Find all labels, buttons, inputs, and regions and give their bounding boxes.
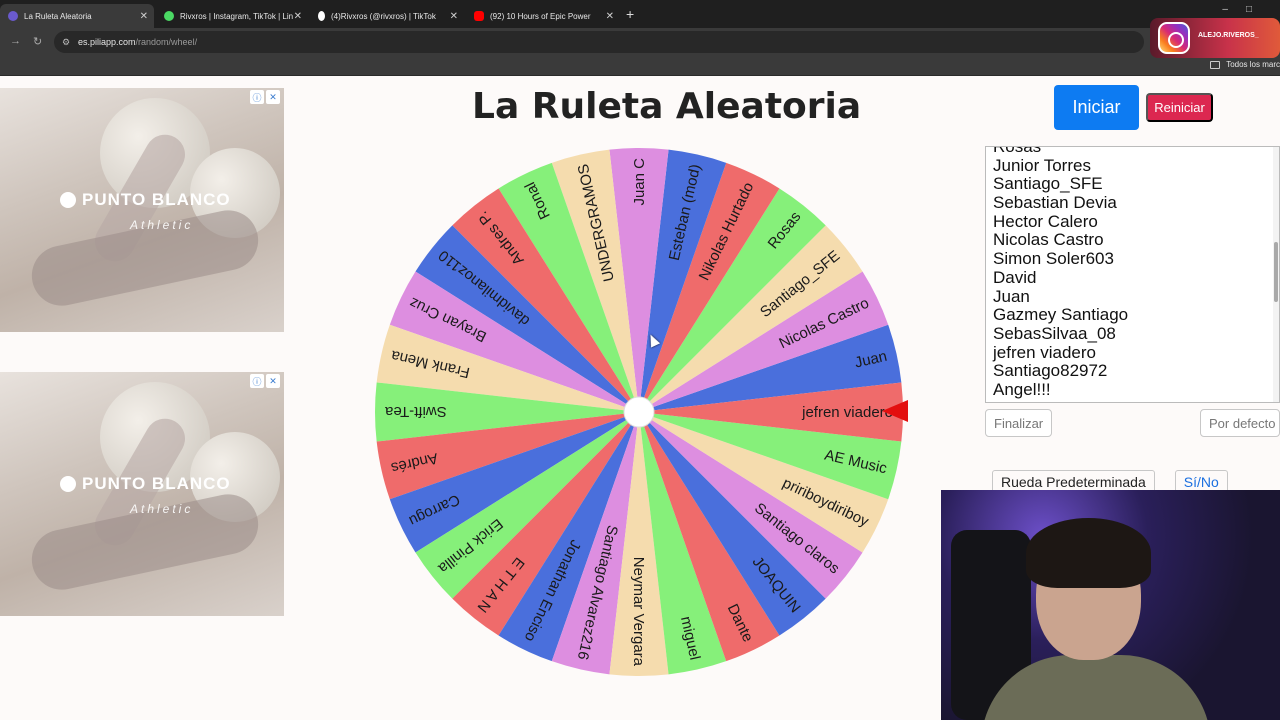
bookmarks-bar: Todos los marc bbox=[0, 56, 1280, 76]
all-bookmarks-folder[interactable]: Todos los marc bbox=[1210, 60, 1280, 69]
youtube-favicon-icon bbox=[474, 11, 484, 21]
default-button[interactable]: Por defecto bbox=[1200, 409, 1280, 437]
tab-title: Rivxros | Instagram, TikTok | Lin bbox=[180, 11, 294, 21]
ad-controls[interactable]: ⓘ ✕ bbox=[250, 374, 280, 388]
url-path: /random/wheel/ bbox=[135, 37, 198, 47]
roulette-wheel[interactable]: Juan Nicolas Castro Santiago_SFE Rosas Nikol… bbox=[374, 147, 904, 677]
new-tab-icon[interactable]: + bbox=[626, 6, 634, 22]
ad-close-icon[interactable]: ✕ bbox=[266, 90, 280, 104]
close-tab-icon[interactable]: ✕ bbox=[606, 11, 614, 22]
wheel-hub[interactable] bbox=[623, 396, 655, 428]
ad-info-icon[interactable]: ⓘ bbox=[250, 374, 264, 388]
names-list-item: Juan bbox=[993, 286, 1030, 306]
webcam-overlay bbox=[941, 490, 1280, 720]
linktree-favicon-icon bbox=[164, 11, 174, 21]
ad-brand-name: PUNTO BLANCO bbox=[82, 190, 231, 209]
names-list-item: Sebastian Devia bbox=[993, 193, 1117, 213]
site-settings-icon[interactable]: ⚙ bbox=[62, 37, 70, 48]
wheel-segment-label: jefren viadero bbox=[801, 404, 893, 421]
names-list-item: Santiago_SFE bbox=[993, 174, 1103, 194]
tab-title: (4)Rivxros (@rivxros) | TikTok bbox=[331, 11, 436, 21]
instagram-icon bbox=[1158, 22, 1190, 54]
names-list-item: Angel!!! bbox=[993, 379, 1051, 399]
ad-brand: PUNTO BLANCO bbox=[60, 474, 231, 494]
reset-button[interactable]: Reiniciar bbox=[1146, 93, 1213, 122]
instagram-handle: ALEJO.RIVEROS_ bbox=[1198, 32, 1259, 39]
streamer-hair bbox=[1026, 518, 1151, 588]
names-textarea[interactable]: Rosas Junior Torres Santiago_SFE Sebastian … bbox=[985, 146, 1280, 403]
ad-controls[interactable]: ⓘ ✕ bbox=[250, 90, 280, 104]
finish-button[interactable]: Finalizar bbox=[985, 409, 1053, 437]
names-list-item: jefren viadero bbox=[993, 342, 1097, 362]
names-list-item: Gazmey Santiago bbox=[993, 305, 1129, 325]
address-bar: → ↻ ⚙ es.piliapp.com/random/wheel/ bbox=[0, 28, 1280, 56]
names-list-item: Nicolas Castro bbox=[993, 230, 1104, 250]
tab-title: La Ruleta Aleatoria bbox=[24, 11, 92, 21]
browser-tab[interactable]: La Ruleta Aleatoria ✕ bbox=[0, 4, 154, 28]
wheel-segment-label: Neymar Vergara bbox=[630, 557, 647, 667]
window-controls[interactable]: –□ bbox=[1222, 4, 1270, 15]
ad-close-icon[interactable]: ✕ bbox=[266, 374, 280, 388]
names-list-item: Santiago82972 bbox=[993, 361, 1108, 381]
brand-logo-icon bbox=[60, 192, 76, 208]
ad-brand-name: PUNTO BLANCO bbox=[82, 474, 231, 493]
scrollbar-thumb[interactable] bbox=[1274, 242, 1278, 302]
close-tab-icon[interactable]: ✕ bbox=[294, 11, 302, 22]
browser-tab-bar: La Ruleta Aleatoria ✕ Rivxros | Instagra… bbox=[0, 0, 1280, 28]
advertisement[interactable]: PUNTO BLANCO Athletic ⓘ ✕ bbox=[0, 372, 284, 616]
scrollbar[interactable] bbox=[1273, 147, 1279, 402]
url-input[interactable]: ⚙ es.piliapp.com/random/wheel/ bbox=[54, 31, 1144, 53]
names-list-item: Simon Soler603 bbox=[993, 249, 1114, 269]
tiktok-favicon-icon bbox=[318, 11, 325, 21]
ad-subtitle: Athletic bbox=[130, 218, 194, 232]
ad-brand: PUNTO BLANCO bbox=[60, 190, 231, 210]
wheel-pointer-icon bbox=[882, 400, 908, 422]
wheel-svg[interactable]: JuanNicolas CastroSantiago_SFERosasNikol… bbox=[374, 147, 904, 677]
instagram-overlay: ALEJO.RIVEROS_ bbox=[1150, 18, 1280, 58]
reload-icon[interactable]: ↻ bbox=[33, 35, 42, 48]
ad-subtitle: Athletic bbox=[130, 502, 194, 516]
names-list-item: SebasSilvaa_08 bbox=[993, 323, 1116, 343]
start-button[interactable]: Iniciar bbox=[1054, 85, 1139, 130]
folder-icon bbox=[1210, 60, 1221, 69]
wheel-segment-label: Juan C bbox=[631, 158, 648, 206]
close-tab-icon[interactable]: ✕ bbox=[450, 11, 458, 22]
names-list-item: David bbox=[993, 267, 1037, 287]
close-tab-icon[interactable]: ✕ bbox=[140, 11, 148, 22]
url-host: es.piliapp.com bbox=[78, 37, 136, 47]
names-list-item: Hector Calero bbox=[993, 211, 1098, 231]
forward-icon[interactable]: → bbox=[10, 35, 21, 47]
wheel-favicon-icon bbox=[8, 11, 18, 21]
bookmarks-folder-label: Todos los marc bbox=[1226, 60, 1280, 69]
browser-tab[interactable]: Rivxros | Instagram, TikTok | Lin ✕ bbox=[156, 4, 308, 28]
browser-tab[interactable]: (4)Rivxros (@rivxros) | TikTok ✕ bbox=[310, 4, 464, 28]
tab-title: (92) 10 Hours of Epic Power bbox=[490, 11, 591, 21]
advertisement[interactable]: PUNTO BLANCO Athletic ⓘ ✕ bbox=[0, 88, 284, 332]
ad-info-icon[interactable]: ⓘ bbox=[250, 90, 264, 104]
names-lines: Rosas Junior Torres Santiago_SFE Sebastian … bbox=[986, 147, 1279, 400]
wheel-segment-label: Swift-Tea bbox=[384, 403, 446, 420]
browser-tab[interactable]: (92) 10 Hours of Epic Power ✕ bbox=[466, 4, 620, 28]
names-list-item: Junior Torres bbox=[993, 155, 1091, 175]
page-title: La Ruleta Aleatoria bbox=[472, 86, 862, 127]
brand-logo-icon bbox=[60, 476, 76, 492]
